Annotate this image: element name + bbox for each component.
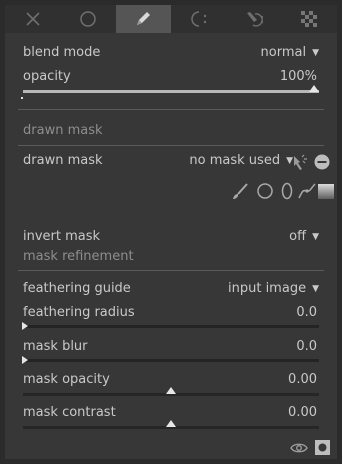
feathering-radius-slider-track[interactable]: [23, 325, 319, 328]
gradient-icon[interactable]: [318, 184, 334, 199]
opacity-slider-track[interactable]: [23, 90, 319, 93]
mask-mode-tabs: [5, 5, 337, 33]
mask-blur-slider-handle[interactable]: [22, 356, 28, 364]
mask-blur-slider[interactable]: mask blur 0.0: [23, 339, 319, 355]
tab-off[interactable]: [5, 5, 60, 33]
mask-opacity-label: mask opacity: [23, 372, 110, 387]
opacity-value: 100%: [279, 69, 317, 84]
divider: [18, 145, 324, 146]
feathering-guide-value: input image: [228, 281, 307, 296]
ellipse-shape-icon[interactable]: [280, 182, 294, 200]
opacity-slider[interactable]: opacity 100%: [23, 69, 319, 85]
divider: [18, 270, 324, 271]
mask-blur-label: mask blur: [23, 339, 88, 354]
feathering-radius-label: feathering radius: [23, 305, 135, 320]
circle-shape-icon[interactable]: [256, 182, 274, 200]
eye-icon[interactable]: [290, 442, 308, 454]
section-drawn-mask: drawn mask: [23, 123, 103, 138]
checkerboard-icon: [301, 11, 318, 27]
parametric-icon: [190, 11, 206, 27]
opacity-slider-handle[interactable]: [309, 85, 319, 92]
mask-display-icon[interactable]: [315, 440, 330, 455]
mask-blur-slider-track[interactable]: [23, 359, 319, 362]
brush-icon[interactable]: [231, 182, 249, 200]
feathering-guide-combobox[interactable]: feathering guide input image ▼: [23, 281, 319, 297]
drawn-mask-label: drawn mask: [23, 153, 103, 168]
drawn-parametric-icon: [246, 12, 264, 27]
dropdown-arrow-icon: ▼: [312, 48, 319, 58]
feathering-radius-value: 0.0: [296, 305, 317, 320]
tab-raster[interactable]: [282, 5, 337, 33]
divider: [18, 109, 324, 110]
mask-contrast-label: mask contrast: [23, 405, 116, 420]
blend-mode-label: blend mode: [23, 45, 101, 60]
mask-blur-value: 0.0: [296, 339, 317, 354]
mask-contrast-value: 0.00: [288, 405, 317, 420]
feathering-radius-slider[interactable]: feathering radius 0.0: [23, 305, 319, 321]
feathering-radius-slider-handle[interactable]: [22, 322, 28, 330]
feathering-guide-label: feathering guide: [23, 281, 131, 296]
opacity-slider-min-mark: [21, 97, 23, 99]
tab-uniform[interactable]: [60, 5, 115, 33]
section-mask-refinement: mask refinement: [23, 249, 134, 264]
drawn-mask-combobox[interactable]: no mask used ▼: [153, 153, 293, 170]
tab-drawn-parametric[interactable]: [226, 5, 281, 33]
invert-mask-combobox[interactable]: invert mask off ▼: [23, 229, 319, 245]
mask-contrast-slider[interactable]: mask contrast 0.00: [23, 405, 319, 421]
invert-mask-label: invert mask: [23, 229, 101, 244]
drawn-mask-value: no mask used: [189, 153, 281, 168]
blend-mode-combobox[interactable]: blend mode normal ▼: [23, 45, 319, 61]
close-icon: [26, 12, 40, 26]
mask-opacity-slider[interactable]: mask opacity 0.00: [23, 372, 319, 388]
mask-contrast-slider-handle[interactable]: [166, 420, 176, 427]
path-icon[interactable]: [297, 182, 317, 200]
pencil-icon: [137, 12, 151, 25]
show-and-edit-icon[interactable]: [291, 153, 309, 171]
dropdown-arrow-icon: ▼: [312, 232, 319, 242]
remove-mask-icon[interactable]: [314, 154, 330, 170]
blend-mode-value: normal: [260, 45, 307, 60]
tab-drawn[interactable]: [115, 5, 171, 33]
dropdown-arrow-icon: ▼: [312, 284, 319, 294]
tab-parametric[interactable]: [171, 5, 226, 33]
mask-opacity-slider-handle[interactable]: [166, 387, 176, 394]
invert-mask-value: off: [289, 229, 307, 244]
circle-icon: [80, 11, 96, 27]
blending-panel: blend mode normal ▼ opacity 100% drawn ma…: [5, 5, 337, 459]
opacity-slider-fill: [23, 90, 319, 93]
mask-opacity-value: 0.00: [288, 372, 317, 387]
opacity-label: opacity: [23, 69, 71, 84]
